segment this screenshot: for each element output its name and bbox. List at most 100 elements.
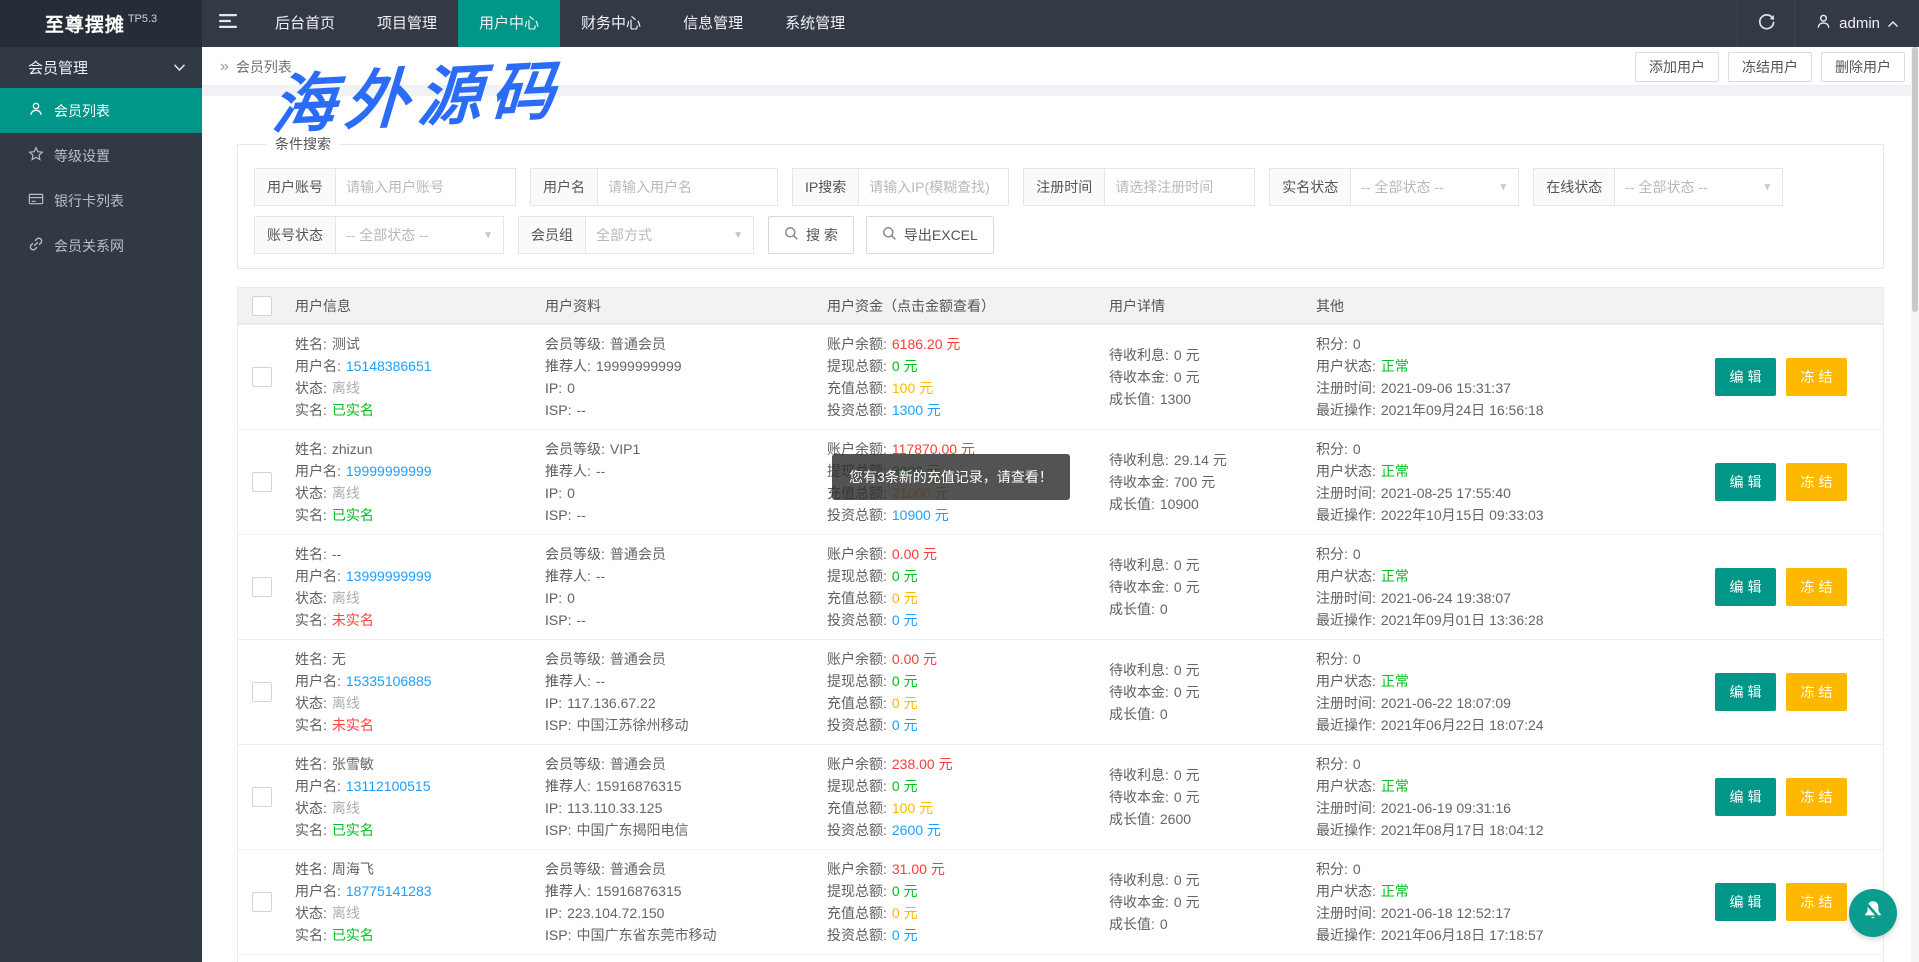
growth-label: 成长值: xyxy=(1109,496,1155,512)
freeze-button[interactable]: 冻结 xyxy=(1786,568,1847,606)
reg-time-label: 注册时间: xyxy=(1316,905,1376,921)
username-link[interactable]: 15335106885 xyxy=(346,673,432,689)
row-checkbox[interactable] xyxy=(252,787,272,807)
search-button[interactable]: 搜 索 xyxy=(768,216,854,254)
edit-button[interactable]: 编辑 xyxy=(1715,778,1776,816)
sidebar-item-level-settings[interactable]: 等级设置 xyxy=(0,133,202,178)
withdraw-value[interactable]: 0 元 xyxy=(892,358,918,374)
sidebar-group-member-mgmt[interactable]: 会员管理 xyxy=(0,47,202,88)
user-profile-cell: 会员等级:普通会员 推荐人:19999999999 IP:0 ISP:-- xyxy=(535,325,817,429)
edit-button[interactable]: 编辑 xyxy=(1715,463,1776,501)
content-panel: 条件搜索 用户账号 用户名 IP搜索 注册时间 xyxy=(202,96,1919,962)
points-label: 积分: xyxy=(1316,441,1348,457)
sidebar-item-relation-network[interactable]: 会员关系网 xyxy=(0,223,202,268)
invest-value[interactable]: 2600 元 xyxy=(892,822,941,838)
realname-value: 未实名 xyxy=(332,612,374,628)
account-field-group: 用户账号 xyxy=(254,168,516,206)
ip-search-input[interactable] xyxy=(859,168,1009,206)
sidebar-item-bank-cards[interactable]: 银行卡列表 xyxy=(0,178,202,223)
online-status-value: -- 全部状态 -- xyxy=(1625,177,1707,197)
nav-item-home[interactable]: 后台首页 xyxy=(254,0,356,47)
interest-value: 29.14 元 xyxy=(1174,452,1227,468)
balance-value[interactable]: 0.00 元 xyxy=(892,546,937,562)
username-label: 用户名: xyxy=(295,358,341,374)
balance-value[interactable]: 238.00 元 xyxy=(892,756,953,772)
sidebar-group-label: 会员管理 xyxy=(28,57,173,78)
realname-label: 实名: xyxy=(295,612,327,628)
withdraw-value[interactable]: 0 元 xyxy=(892,883,918,899)
row-checkbox[interactable] xyxy=(252,367,272,387)
balance-value[interactable]: 31.00 元 xyxy=(892,861,945,877)
recharge-value[interactable]: 0 元 xyxy=(892,695,918,711)
referrer-value: -- xyxy=(596,568,605,584)
principal-value: 0 元 xyxy=(1174,579,1200,595)
nav-item-finance[interactable]: 财务中心 xyxy=(560,0,662,47)
realname-status-select[interactable]: -- 全部状态 -- ▼ xyxy=(1351,168,1519,206)
freeze-button[interactable]: 冻结 xyxy=(1786,883,1847,921)
realname-value: 已实名 xyxy=(332,822,374,838)
freeze-button[interactable]: 冻结 xyxy=(1786,778,1847,816)
row-checkbox[interactable] xyxy=(252,577,272,597)
username-input[interactable] xyxy=(598,168,778,206)
notification-fab-button[interactable] xyxy=(1849,889,1897,937)
recharge-value[interactable]: 100 元 xyxy=(892,800,933,816)
nav-item-system[interactable]: 系统管理 xyxy=(764,0,866,47)
recharge-notification-toast[interactable]: 您有3条新的充值记录，请查看！ xyxy=(832,454,1070,500)
invest-value[interactable]: 0 元 xyxy=(892,612,918,628)
username-label: 用户名: xyxy=(295,778,341,794)
freeze-user-button[interactable]: 冻结用户 xyxy=(1728,52,1812,82)
nav-item-user-center[interactable]: 用户中心 xyxy=(458,0,560,47)
online-status-select[interactable]: -- 全部状态 -- ▼ xyxy=(1615,168,1783,206)
balance-value[interactable]: 6186.20 元 xyxy=(892,336,961,352)
select-all-checkbox[interactable] xyxy=(252,296,272,316)
name-value: 测试 xyxy=(332,336,360,352)
edit-button[interactable]: 编辑 xyxy=(1715,358,1776,396)
invest-value[interactable]: 0 元 xyxy=(892,927,918,943)
row-checkbox[interactable] xyxy=(252,892,272,912)
invest-value[interactable]: 0 元 xyxy=(892,717,918,733)
edit-button[interactable]: 编辑 xyxy=(1715,568,1776,606)
level-label: 会员等级: xyxy=(545,651,605,667)
account-input[interactable] xyxy=(336,168,516,206)
recharge-value[interactable]: 0 元 xyxy=(892,905,918,921)
menu-toggle-button[interactable] xyxy=(202,0,254,47)
add-user-button[interactable]: 添加用户 xyxy=(1635,52,1719,82)
interest-label: 待收利息: xyxy=(1109,662,1169,678)
username-link[interactable]: 13999999999 xyxy=(346,568,432,584)
user-info-cell: 姓名:无 用户名:15335106885 状态:离线 实名:未实名 xyxy=(285,640,535,744)
edit-button[interactable]: 编辑 xyxy=(1715,673,1776,711)
row-checkbox[interactable] xyxy=(252,682,272,702)
invest-value[interactable]: 1300 元 xyxy=(892,402,941,418)
username-link[interactable]: 13112100515 xyxy=(346,778,431,794)
recharge-value[interactable]: 100 元 xyxy=(892,380,933,396)
username-link[interactable]: 15148386651 xyxy=(346,358,432,374)
sidebar-item-member-list[interactable]: 会员列表 xyxy=(0,88,202,133)
delete-user-button[interactable]: 删除用户 xyxy=(1821,52,1905,82)
username-link[interactable]: 18775141283 xyxy=(346,883,432,899)
account-status-group: 账号状态 -- 全部状态 -- ▼ xyxy=(254,216,504,254)
recharge-value[interactable]: 0 元 xyxy=(892,590,918,606)
row-checkbox[interactable] xyxy=(252,472,272,492)
user-menu[interactable]: admin xyxy=(1795,0,1919,47)
edit-button[interactable]: 编辑 xyxy=(1715,883,1776,921)
balance-value[interactable]: 0.00 元 xyxy=(892,651,937,667)
growth-value: 0 xyxy=(1160,706,1168,722)
username-link[interactable]: 19999999999 xyxy=(346,463,432,479)
freeze-button[interactable]: 冻结 xyxy=(1786,463,1847,501)
invest-value[interactable]: 10900 元 xyxy=(892,507,949,523)
withdraw-value[interactable]: 0 元 xyxy=(892,778,918,794)
member-group-select[interactable]: 全部方式 ▼ xyxy=(586,216,754,254)
withdraw-value[interactable]: 0 元 xyxy=(892,568,918,584)
nav-item-projects[interactable]: 项目管理 xyxy=(356,0,458,47)
star-icon xyxy=(28,146,44,165)
scrollbar-thumb[interactable] xyxy=(1912,47,1918,312)
freeze-button[interactable]: 冻结 xyxy=(1786,673,1847,711)
register-time-input[interactable] xyxy=(1105,168,1255,206)
export-excel-button[interactable]: 导出EXCEL xyxy=(866,216,994,254)
refresh-button[interactable] xyxy=(1738,0,1794,47)
freeze-button[interactable]: 冻结 xyxy=(1786,358,1847,396)
nav-item-info[interactable]: 信息管理 xyxy=(662,0,764,47)
account-status-select[interactable]: -- 全部状态 -- ▼ xyxy=(336,216,504,254)
withdraw-value[interactable]: 0 元 xyxy=(892,673,918,689)
status-value: 离线 xyxy=(332,800,360,816)
